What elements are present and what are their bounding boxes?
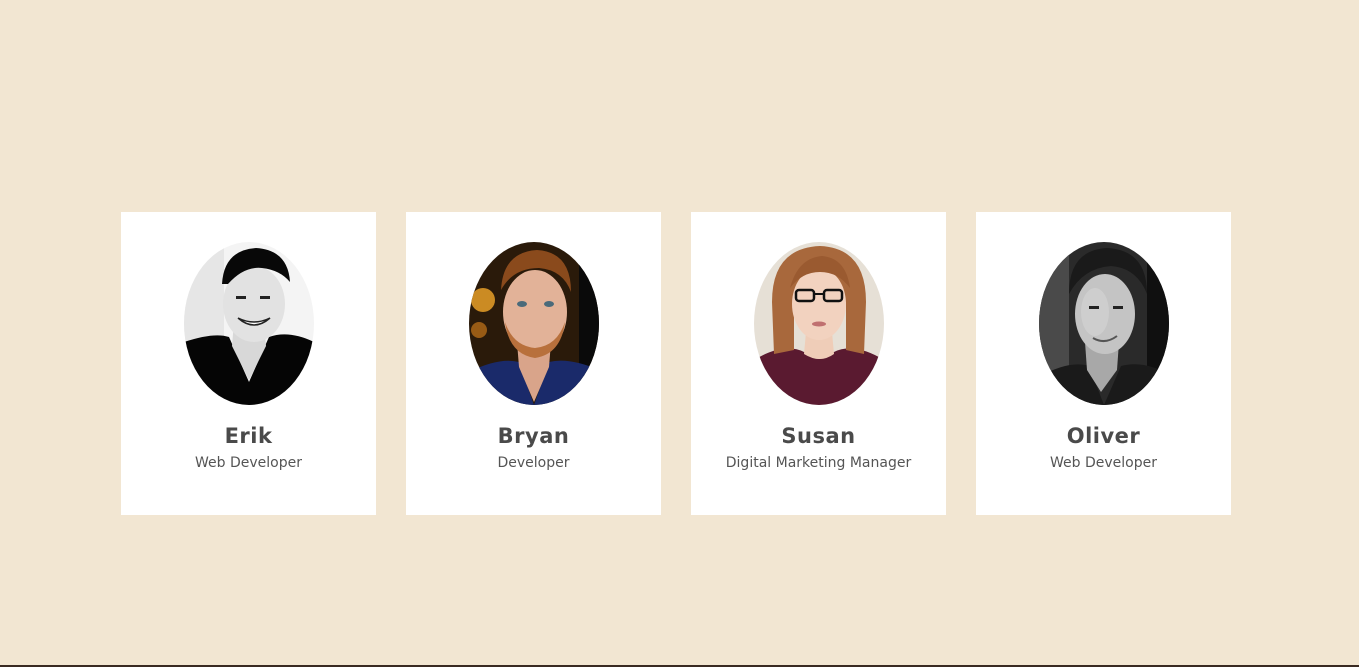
avatar-erik (183, 242, 314, 405)
member-name: Oliver (1066, 424, 1141, 448)
avatar-oliver (1038, 242, 1169, 405)
team-section: Erik Web Developer Bryan Developer Susan… (0, 0, 1359, 667)
team-card-erik: Erik Web Developer (121, 212, 376, 515)
team-card-list: Erik Web Developer Bryan Developer Susan… (121, 212, 1231, 515)
team-card-oliver: Oliver Web Developer (976, 212, 1231, 515)
member-name: Erik (224, 424, 273, 448)
team-card-susan: Susan Digital Marketing Manager (691, 212, 946, 515)
member-role: Digital Marketing Manager (725, 455, 912, 471)
member-role: Web Developer (1050, 455, 1157, 471)
member-role: Web Developer (195, 455, 302, 471)
person-photo-icon (468, 242, 599, 405)
person-photo-icon (1038, 242, 1169, 405)
team-card-bryan: Bryan Developer (406, 212, 661, 515)
member-role: Developer (497, 455, 570, 471)
member-name: Susan (781, 424, 856, 448)
avatar-bryan (468, 242, 599, 405)
person-photo-icon (753, 242, 884, 405)
avatar-susan (753, 242, 884, 405)
person-photo-icon (183, 242, 314, 405)
member-name: Bryan (497, 424, 570, 448)
